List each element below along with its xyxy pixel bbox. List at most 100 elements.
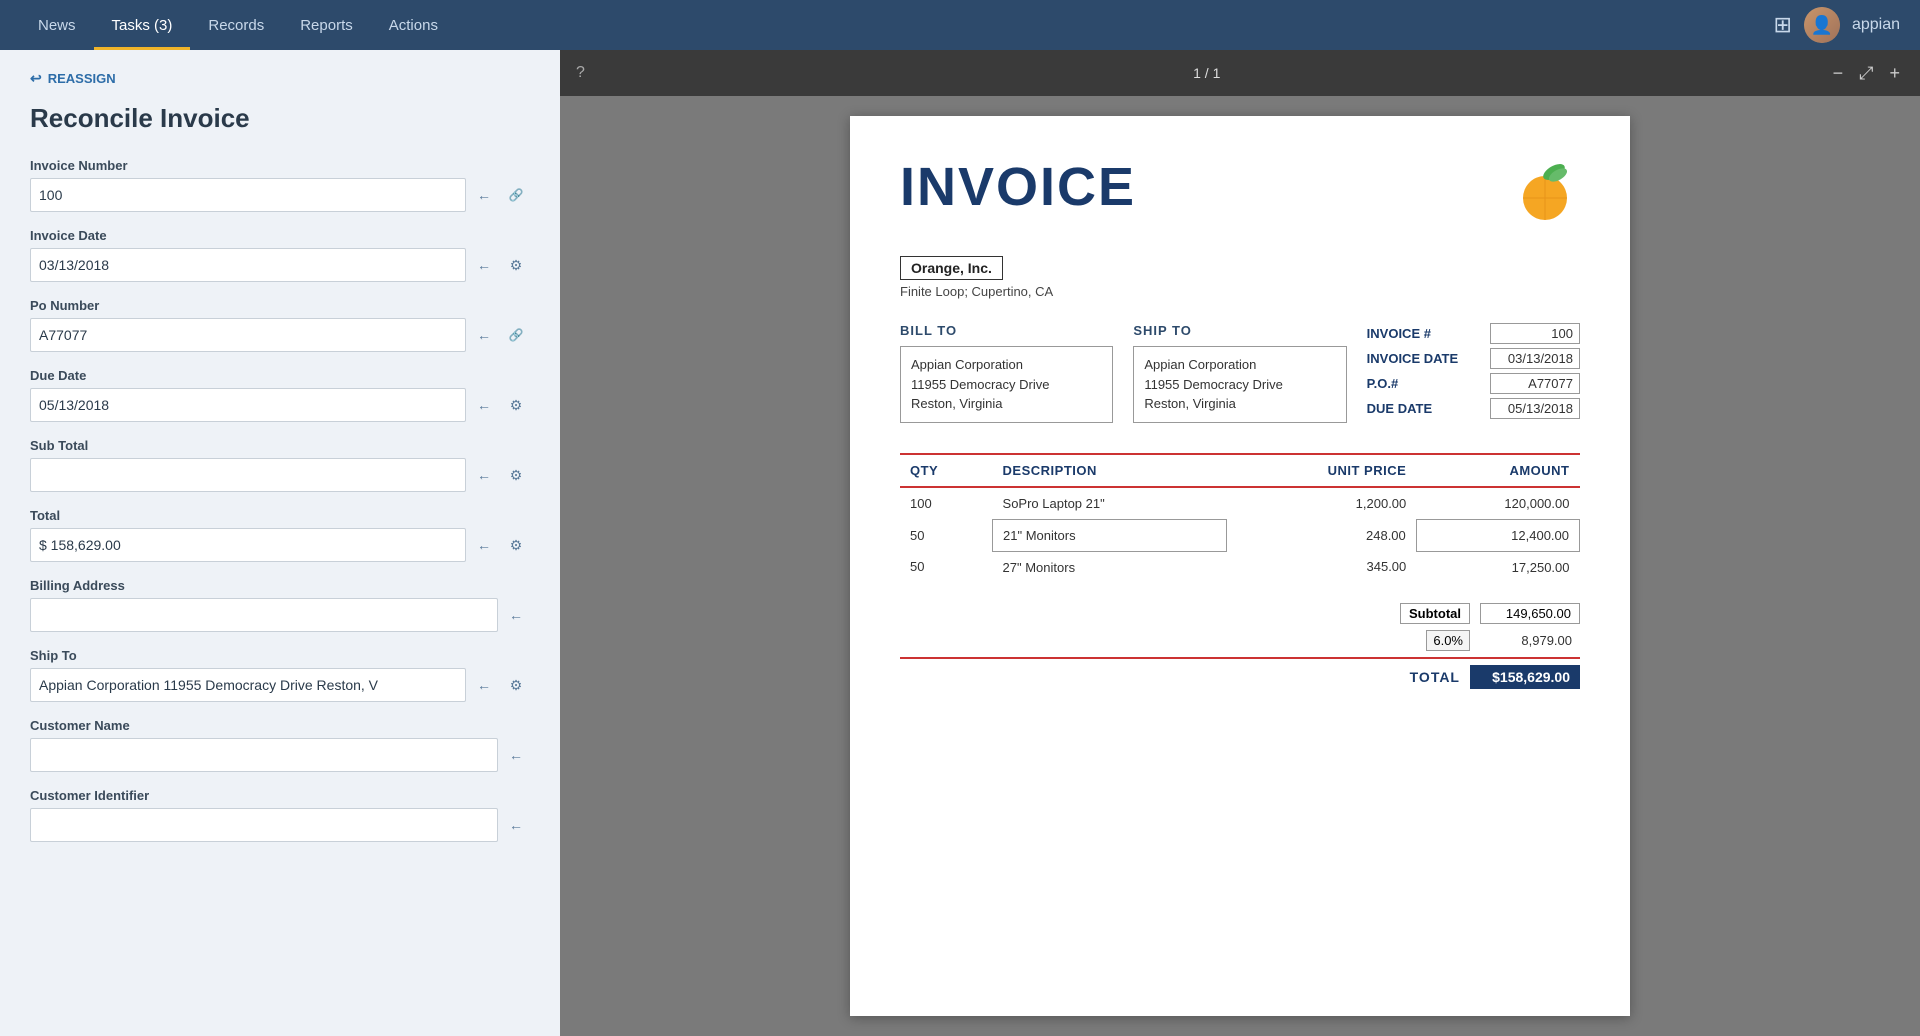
invoice-date-label: INVOICE DATE [1367, 351, 1459, 366]
sync-btn-ship-to[interactable]: ⚙ [502, 671, 530, 699]
field-group-customer-identifier: Customer Identifier ← [30, 788, 530, 842]
nav-item-records[interactable]: Records [190, 0, 282, 50]
row-qty-1: 50 [900, 519, 993, 551]
subtotal-row: Subtotal 149,650.00 [1400, 603, 1580, 624]
input-invoice-number[interactable] [30, 178, 466, 212]
arrow-btn-invoice-date[interactable]: ← [470, 251, 498, 279]
row-desc-0: SoPro Laptop 21" [993, 487, 1227, 520]
input-total[interactable] [30, 528, 466, 562]
invoice-date-row: INVOICE DATE 03/13/2018 [1367, 348, 1580, 369]
ship-to-title: SHIP TO [1133, 323, 1346, 338]
input-billing-address[interactable] [30, 598, 498, 632]
arrow-btn-invoice-number[interactable]: ← [470, 181, 498, 209]
arrow-btn-sub-total[interactable]: ← [470, 461, 498, 489]
arrow-btn-total[interactable]: ← [470, 531, 498, 559]
input-ship-to[interactable] [30, 668, 466, 702]
expand-button[interactable]: ⤢ [1855, 61, 1877, 86]
invoice-title-section: INVOICE [900, 156, 1136, 218]
grid-icon[interactable]: ⊞ [1774, 12, 1792, 38]
label-ship-to: Ship To [30, 648, 530, 663]
label-due-date: Due Date [30, 368, 530, 383]
nav-links: News Tasks (3) Records Reports Actions [20, 0, 1774, 50]
row-amount-2: 17,250.00 [1416, 551, 1579, 583]
tax-value: 8,979.00 [1480, 633, 1580, 648]
zoom-in-button[interactable]: + [1885, 61, 1904, 86]
input-sub-total[interactable] [30, 458, 466, 492]
pdf-page-info: 1 / 1 [593, 65, 1821, 81]
bill-to-line3: Reston, Virginia [911, 394, 1102, 414]
input-invoice-date[interactable] [30, 248, 466, 282]
label-customer-identifier: Customer Identifier [30, 788, 530, 803]
label-invoice-date: Invoice Date [30, 228, 530, 243]
reassign-arrow-icon: ↩ [30, 70, 42, 87]
nav-item-news[interactable]: News [20, 0, 94, 50]
field-row-invoice-date: ←⚙ [30, 248, 530, 282]
link-btn-invoice-number[interactable]: 🔗 [502, 181, 530, 209]
company-info: Orange, Inc. Finite Loop; Cupertino, CA [900, 256, 1580, 299]
label-customer-name: Customer Name [30, 718, 530, 733]
row-unit-2: 345.00 [1227, 551, 1416, 583]
reassign-button[interactable]: ↩ REASSIGN [30, 70, 530, 87]
field-row-po-number: ←🔗 [30, 318, 530, 352]
field-row-customer-name: ← [30, 738, 530, 772]
arrow-btn-due-date[interactable]: ← [470, 391, 498, 419]
field-group-po-number: Po Number←🔗 [30, 298, 530, 352]
main-content: ↩ REASSIGN Reconcile Invoice Invoice Num… [0, 50, 1920, 1036]
invoice-row-2: 5027" Monitors345.0017,250.00 [900, 551, 1580, 583]
company-name: Orange, Inc. [900, 256, 1003, 280]
row-unit-1: 248.00 [1227, 519, 1416, 551]
field-group-due-date: Due Date ←⚙ [30, 368, 530, 422]
field-group-ship-to: Ship To ←⚙ [30, 648, 530, 702]
pdf-zoom-controls: − ⤢ + [1829, 61, 1904, 86]
ship-to-line1: Appian Corporation [1144, 355, 1335, 375]
subtotal-value: 149,650.00 [1480, 603, 1580, 624]
brand-label: appian [1852, 16, 1900, 34]
ship-to-line2: 11955 Democracy Drive [1144, 375, 1335, 395]
sync-btn-invoice-date[interactable]: ⚙ [502, 251, 530, 279]
input-customer-name[interactable] [30, 738, 498, 772]
ship-to-section: SHIP TO Appian Corporation 11955 Democra… [1133, 323, 1346, 423]
nav-item-actions[interactable]: Actions [371, 0, 456, 50]
po-row: P.O.# A77077 [1367, 373, 1580, 394]
zoom-out-button[interactable]: − [1829, 61, 1848, 86]
nav-item-tasks[interactable]: Tasks (3) [94, 0, 191, 50]
col-qty: QTY [900, 454, 993, 487]
arrow-btn-ship-to[interactable]: ← [470, 671, 498, 699]
reassign-label: REASSIGN [48, 71, 116, 86]
pdf-help-icon[interactable]: ? [576, 64, 585, 82]
total-row: TOTAL $158,629.00 [900, 657, 1580, 689]
col-desc: DESCRIPTION [993, 454, 1227, 487]
arrow-btn-customer-name[interactable]: ← [502, 741, 530, 769]
input-due-date[interactable] [30, 388, 466, 422]
row-qty-0: 100 [900, 487, 993, 520]
input-customer-identifier[interactable] [30, 808, 498, 842]
label-billing-address: Billing Address [30, 578, 530, 593]
row-desc-1: 21" Monitors [993, 519, 1227, 551]
total-label: TOTAL [1410, 669, 1460, 685]
pdf-content[interactable]: INVOICE [560, 96, 1920, 1036]
input-po-number[interactable] [30, 318, 466, 352]
due-date-value: 05/13/2018 [1490, 398, 1580, 419]
invoice-date-value: 03/13/2018 [1490, 348, 1580, 369]
sync-btn-total[interactable]: ⚙ [502, 531, 530, 559]
company-address: Finite Loop; Cupertino, CA [900, 284, 1580, 299]
invoice-row-0: 100SoPro Laptop 21"1,200.00120,000.00 [900, 487, 1580, 520]
sync-btn-sub-total[interactable]: ⚙ [502, 461, 530, 489]
avatar[interactable]: 👤 [1804, 7, 1840, 43]
invoice-num-row: INVOICE # 100 [1367, 323, 1580, 344]
label-sub-total: Sub Total [30, 438, 530, 453]
field-group-invoice-number: Invoice Number←🔗 [30, 158, 530, 212]
link-btn-po-number[interactable]: 🔗 [502, 321, 530, 349]
nav-item-reports[interactable]: Reports [282, 0, 371, 50]
sync-btn-due-date[interactable]: ⚙ [502, 391, 530, 419]
arrow-btn-po-number[interactable]: ← [470, 321, 498, 349]
due-date-label: DUE DATE [1367, 401, 1432, 416]
invoice-row-1: 5021" Monitors248.0012,400.00 [900, 519, 1580, 551]
arrow-btn-customer-identifier[interactable]: ← [502, 811, 530, 839]
tax-rate: 6.0% [1426, 630, 1470, 651]
field-row-ship-to: ←⚙ [30, 668, 530, 702]
arrow-btn-billing-address[interactable]: ← [502, 601, 530, 629]
form-fields: Invoice Number←🔗Invoice Date←⚙Po Number←… [30, 158, 530, 842]
top-navigation: News Tasks (3) Records Reports Actions ⊞… [0, 0, 1920, 50]
field-group-sub-total: Sub Total ←⚙ [30, 438, 530, 492]
